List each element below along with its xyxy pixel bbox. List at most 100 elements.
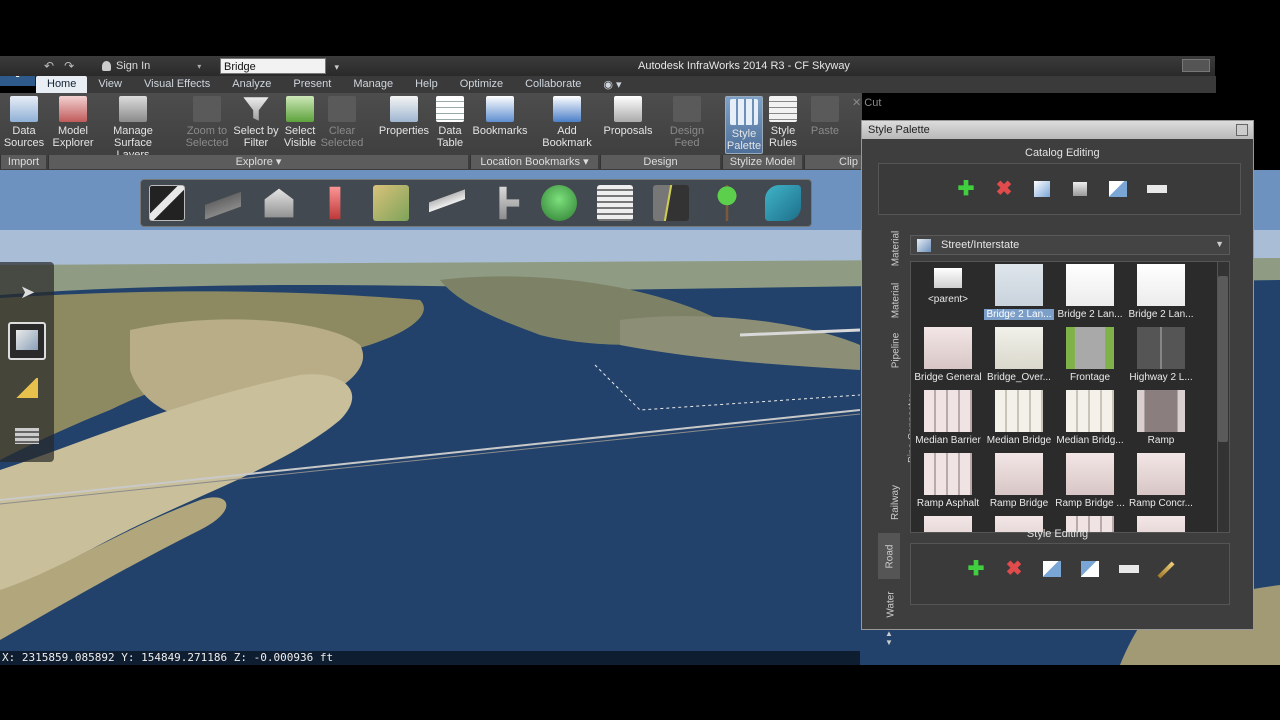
tab-scroll-arrows[interactable]: ▲ ▼ <box>878 629 900 647</box>
grid-scrollbar[interactable] <box>1217 262 1229 532</box>
layers-panel-icon[interactable] <box>8 418 46 456</box>
redo-icon[interactable]: ↷ <box>64 59 74 73</box>
railway-tool-icon[interactable] <box>597 185 633 221</box>
tab-water[interactable]: Water <box>878 583 900 627</box>
ribbon-display-toggle[interactable]: ◉ ▾ <box>592 76 632 93</box>
pipe-connector-icon[interactable] <box>499 186 520 220</box>
coordinate-readout: X: 2315859.085892 Y: 154849.271186 Z: -0… <box>0 651 860 665</box>
cut-button[interactable]: ✕ Cut <box>852 97 892 109</box>
tab-visual-effects[interactable]: Visual Effects <box>133 76 221 93</box>
search-input[interactable]: Bridge ▾ <box>220 58 339 74</box>
minimize-button[interactable] <box>1182 59 1210 72</box>
style-tile[interactable]: Ramp Bridge <box>984 453 1054 509</box>
style-tile[interactable]: Ramp Concr... <box>1126 453 1196 509</box>
style-tile[interactable]: Ramp Asphalt <box>913 453 983 509</box>
style-tile[interactable]: Frontage <box>1055 327 1125 383</box>
edit-style-icon[interactable] <box>1155 558 1177 580</box>
add-style-icon[interactable]: ✚ <box>965 558 987 580</box>
data-sources-icon <box>10 96 38 122</box>
style-rules-button[interactable]: Style Rules <box>766 96 800 149</box>
pencil-icon[interactable] <box>149 185 185 221</box>
tab-railway[interactable]: Railway <box>878 479 901 529</box>
tab-material-2[interactable]: Material <box>878 277 901 325</box>
select-pointer-icon[interactable]: ➤ <box>8 274 46 312</box>
rename-icon[interactable] <box>1145 178 1169 200</box>
tab-collaborate[interactable]: Collaborate <box>514 76 592 93</box>
clear-selected-button[interactable]: Clear Selected <box>320 96 364 149</box>
copy-icon[interactable] <box>1107 178 1129 200</box>
data-table-button[interactable]: Data Table <box>433 96 467 149</box>
select-visible-button[interactable]: Select Visible <box>282 96 318 149</box>
rename-style-icon[interactable] <box>1117 558 1141 580</box>
manage-surface-layers-button[interactable]: Manage Surface Layers <box>97 96 169 161</box>
style-tile[interactable]: <parent> <box>913 264 983 305</box>
close-button[interactable] <box>1236 124 1248 136</box>
style-tile[interactable]: Ramp Bridge ... <box>1055 453 1125 509</box>
model-explorer-label: Model Explorer <box>52 125 94 149</box>
model-explorer-button[interactable]: Model Explorer <box>51 96 95 149</box>
panel-location-bookmarks[interactable]: Location Bookmarks ▾ <box>470 155 598 169</box>
style-tile[interactable]: Bridge_Over... <box>984 327 1054 383</box>
paste-button[interactable]: Paste <box>808 96 842 137</box>
save-icon[interactable] <box>1069 178 1091 200</box>
tab-analyze[interactable]: Analyze <box>221 76 282 93</box>
dropdown-arrow-icon[interactable]: ▾ <box>334 59 339 75</box>
design-feed-button[interactable]: Design Feed <box>656 96 718 149</box>
style-tile[interactable]: Median Bridge <box>984 390 1054 446</box>
undo-icon[interactable]: ↶ <box>44 59 54 73</box>
panel-explore[interactable]: Explore ▾ <box>48 155 468 169</box>
style-tile[interactable]: Bridge 2 Lan... <box>1126 264 1196 320</box>
zoom-to-selected-button[interactable]: Zoom to Selected <box>184 96 230 149</box>
zoom-to-selected-label: Zoom to Selected <box>185 125 229 149</box>
add-bookmark-button[interactable]: Add Bookmark <box>540 96 594 149</box>
select-by-filter-button[interactable]: Select by Filter <box>233 96 279 149</box>
style-tile[interactable]: Ramp <box>1126 390 1196 446</box>
tab-pipeline[interactable]: Pipeline <box>878 327 901 379</box>
tab-view[interactable]: View <box>87 76 133 93</box>
style-tile[interactable]: Bridge 2 Lan... <box>984 264 1054 320</box>
delete-style-icon[interactable]: ✖ <box>1003 558 1025 580</box>
data-sources-button[interactable]: Data Sources <box>2 96 46 149</box>
city-furniture-icon[interactable] <box>329 186 341 220</box>
tab-home[interactable]: Home <box>36 76 88 93</box>
add-icon[interactable]: ✚ <box>955 178 977 200</box>
tab-manage[interactable]: Manage <box>342 76 404 93</box>
style-tile[interactable]: Bridge General <box>913 327 983 383</box>
road-tool-icon[interactable] <box>205 185 241 221</box>
duplicate-style-icon[interactable] <box>1041 558 1063 580</box>
pipeline-tool-icon[interactable] <box>429 185 465 221</box>
user-icon <box>102 61 111 71</box>
water-area-tool-icon[interactable] <box>765 185 801 221</box>
tab-help[interactable]: Help <box>404 76 449 93</box>
import-icon[interactable] <box>1031 178 1053 200</box>
category-dropdown[interactable]: Street/Interstate ▼ <box>910 235 1230 255</box>
coverage-tool-icon[interactable] <box>373 185 409 221</box>
palette-title-bar[interactable]: Style Palette <box>862 121 1253 139</box>
tree-tool-icon[interactable] <box>709 185 745 221</box>
chevron-down-icon[interactable]: ▾ <box>197 62 201 71</box>
style-tile-label: Bridge 2 Lan... <box>1057 309 1123 320</box>
tab-material-1[interactable]: Material <box>878 225 901 273</box>
style-palette-button[interactable]: Style Palette <box>725 96 763 154</box>
properties-button[interactable]: Properties <box>377 96 431 137</box>
style-tile-label: Bridge General <box>914 372 982 383</box>
tab-present[interactable]: Present <box>282 76 342 93</box>
sign-in-button[interactable]: Sign In ▾ <box>102 60 201 72</box>
style-tile[interactable]: Highway 2 L... <box>1126 327 1196 383</box>
bookmarks-button[interactable]: Bookmarks <box>470 96 530 137</box>
barrier-tool-icon[interactable] <box>653 185 689 221</box>
delete-icon[interactable]: ✖ <box>993 178 1015 200</box>
water-tool-icon[interactable] <box>541 185 577 221</box>
edit-select-icon[interactable] <box>8 322 46 360</box>
proposals-button[interactable]: Proposals <box>601 96 655 137</box>
copy-style-icon[interactable] <box>1079 558 1101 580</box>
proposals-label: Proposals <box>603 125 653 137</box>
tab-optimize[interactable]: Optimize <box>449 76 514 93</box>
measure-icon[interactable] <box>8 370 46 408</box>
style-tile[interactable]: Median Barrier <box>913 390 983 446</box>
style-tile[interactable]: Median Bridg... <box>1055 390 1125 446</box>
building-tool-icon[interactable] <box>264 188 294 218</box>
scroll-thumb[interactable] <box>1218 276 1228 442</box>
style-tile[interactable]: Bridge 2 Lan... <box>1055 264 1125 320</box>
tab-pipe-connector[interactable]: Pipe Connector <box>878 389 918 471</box>
